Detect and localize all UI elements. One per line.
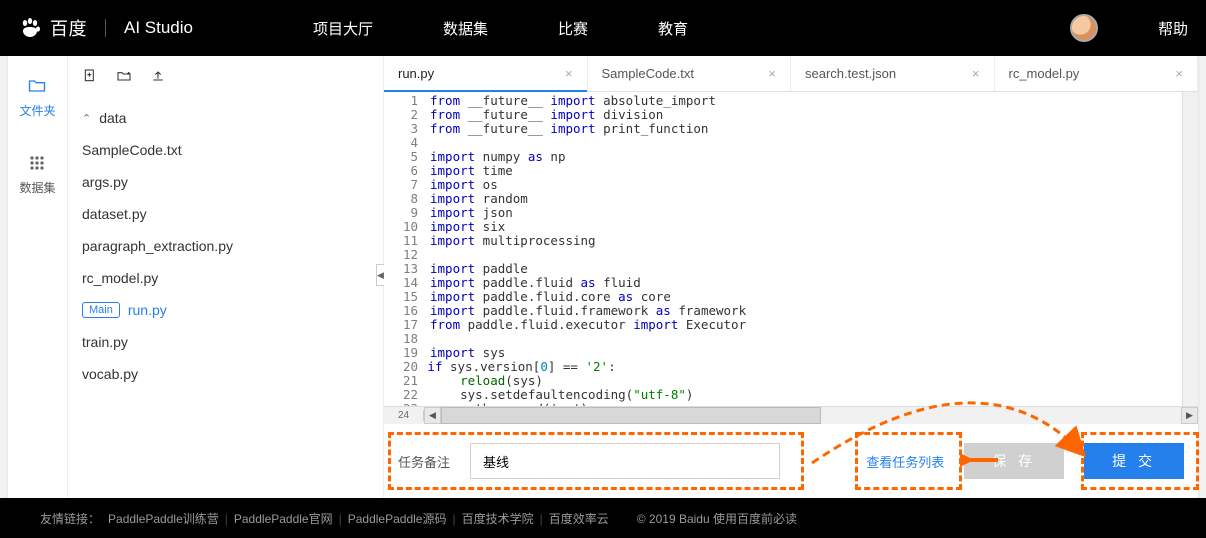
vertical-scrollbar[interactable] [1182, 92, 1198, 406]
tree-file[interactable]: rc_model.py [68, 262, 383, 294]
code[interactable]: from __future__ import absolute_importfr… [424, 92, 1182, 406]
editor-tab[interactable]: rc_model.py× [995, 56, 1199, 91]
main-badge: Main [82, 302, 120, 318]
footer-link[interactable]: PaddlePaddle官网 [234, 512, 333, 526]
folder-icon [27, 76, 47, 96]
submit-button[interactable]: 提 交 [1084, 443, 1184, 479]
top-nav: 项目大厅 数据集 比赛 教育 [313, 18, 688, 39]
new-folder-icon[interactable] [116, 68, 132, 84]
tree-file-active[interactable]: Mainrun.py [68, 294, 383, 326]
footer-link[interactable]: 百度效率云 [549, 512, 609, 526]
grid-icon [27, 153, 47, 173]
view-tasks-link[interactable]: 查看任务列表 [866, 452, 944, 471]
footer-link[interactable]: 百度技术学院 [462, 512, 534, 526]
tree-folder-data[interactable]: ⌃data [68, 102, 383, 134]
nav-datasets[interactable]: 数据集 [443, 18, 488, 39]
editor: ◀ run.py×SampleCode.txt×search.test.json… [383, 56, 1198, 498]
upload-icon[interactable] [150, 68, 166, 84]
paw-icon [18, 16, 42, 40]
avatar[interactable] [1070, 14, 1098, 42]
sidebar: 文件夹 数据集 [8, 56, 68, 498]
topbar: 百度 AI Studio 项目大厅 数据集 比赛 教育 帮助 [0, 0, 1206, 56]
tree-file[interactable]: SampleCode.txt [68, 134, 383, 166]
close-icon[interactable]: × [565, 66, 573, 81]
close-icon[interactable]: × [972, 66, 980, 81]
task-remark-input[interactable] [470, 443, 780, 479]
logo[interactable]: 百度 AI Studio [18, 15, 193, 41]
close-icon[interactable]: × [768, 66, 776, 81]
help-link[interactable]: 帮助 [1158, 18, 1188, 39]
footer-link[interactable]: PaddlePaddle训练营 [108, 512, 219, 526]
chevron-down-icon: ⌃ [82, 112, 91, 125]
close-icon[interactable]: × [1175, 66, 1183, 81]
sidebar-files[interactable]: 文件夹 [19, 76, 55, 119]
editor-tab[interactable]: SampleCode.txt× [588, 56, 792, 91]
task-remark-label: 任务备注 [398, 452, 450, 471]
footer-copyright: © 2019 Baidu 使用百度前必读 [637, 510, 797, 527]
file-tree: ⌃data SampleCode.txt args.py dataset.py … [68, 96, 383, 396]
main: 文件夹 数据集 ⌃data SampleCode.txt args.py dat… [8, 56, 1198, 498]
scroll-right-icon[interactable]: ▶ [1181, 407, 1198, 424]
tree-file[interactable]: train.py [68, 326, 383, 358]
editor-tabs: run.py×SampleCode.txt×search.test.json×r… [384, 56, 1198, 92]
horizontal-scrollbar[interactable]: 24 ◀ ▶ [384, 406, 1198, 424]
editor-tab[interactable]: run.py× [384, 56, 588, 91]
sidebar-datasets[interactable]: 数据集 [19, 153, 55, 196]
scroll-thumb[interactable] [441, 407, 821, 424]
studio-text: AI Studio [124, 18, 193, 38]
footer: 友情链接： PaddlePaddle训练营|PaddlePaddle官网|Pad… [0, 498, 1206, 538]
gutter: 123456789101112131415161718192021222324 [384, 92, 424, 406]
nav-competition[interactable]: 比赛 [558, 18, 588, 39]
tree-file[interactable]: paragraph_extraction.py [68, 230, 383, 262]
code-area[interactable]: 123456789101112131415161718192021222324 … [384, 92, 1198, 406]
tree-file[interactable]: args.py [68, 166, 383, 198]
footer-link[interactable]: PaddlePaddle源码 [348, 512, 447, 526]
tree-file[interactable]: dataset.py [68, 198, 383, 230]
file-toolbar [68, 56, 383, 96]
scroll-left-icon[interactable]: ◀ [424, 407, 441, 424]
tree-file[interactable]: vocab.py [68, 358, 383, 390]
nav-edu[interactable]: 教育 [658, 18, 688, 39]
bottom-bar: 任务备注 查看任务列表 保 存 提 交 [384, 424, 1198, 498]
nav-projects[interactable]: 项目大厅 [313, 18, 373, 39]
brand-text: 百度 [50, 15, 87, 41]
editor-tab[interactable]: search.test.json× [791, 56, 995, 91]
collapse-handle[interactable]: ◀ [376, 264, 384, 286]
file-panel: ⌃data SampleCode.txt args.py dataset.py … [68, 56, 383, 498]
new-file-icon[interactable] [82, 68, 98, 84]
footer-prefix: 友情链接： [40, 510, 100, 527]
save-button[interactable]: 保 存 [964, 443, 1064, 479]
